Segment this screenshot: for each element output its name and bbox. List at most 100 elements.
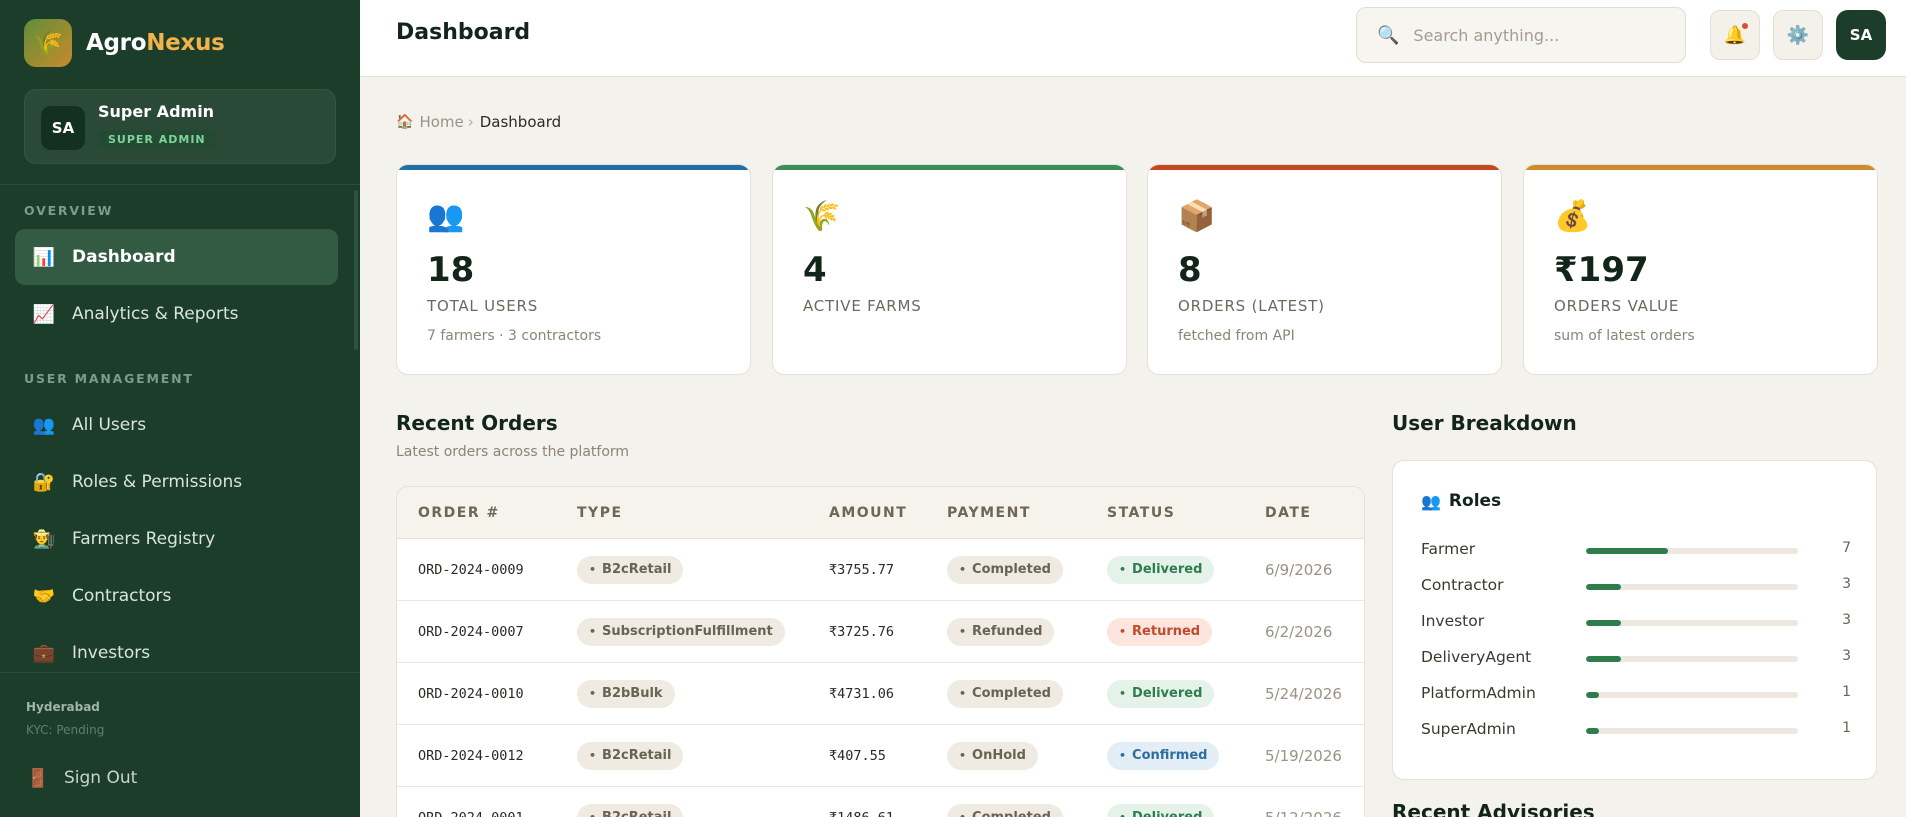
role-count: 3 — [1842, 612, 1851, 628]
role-count: 7 — [1842, 540, 1851, 556]
bullet-dot: • — [959, 563, 967, 576]
bullet-dot: • — [1119, 811, 1126, 817]
bullet-dot: • — [959, 749, 967, 762]
date-cell: 6/9/2026 — [1265, 539, 1332, 600]
user-breakdown-title: User Breakdown — [1392, 411, 1577, 435]
column-header[interactable]: AMOUNT — [829, 505, 907, 521]
table-row[interactable]: ORD-2024-0007 • SubscriptionFulfillment ₹37… — [397, 601, 1364, 663]
bullet-dot: • — [959, 687, 967, 700]
brand-name: AgroNexus — [86, 30, 225, 56]
order-date: 6/2/2026 — [1265, 622, 1333, 641]
recent-advisories-title: Recent Advisories — [1392, 800, 1595, 817]
role-count: 1 — [1842, 720, 1851, 736]
settings-button[interactable]: ⚙️ — [1773, 10, 1823, 60]
stat-accent-bar — [773, 165, 1126, 170]
amount-value: ₹3725.76 — [829, 623, 895, 640]
column-header[interactable]: PAYMENT — [947, 505, 1031, 521]
breadcrumb-home-link[interactable]: Home — [419, 113, 463, 131]
amount-value: ₹4731.06 — [829, 685, 895, 702]
payment-text: Completed — [972, 686, 1051, 701]
type-text: B2bBulk — [602, 686, 663, 701]
bullet-dot: • — [1119, 749, 1127, 762]
avatar[interactable]: SA — [1836, 10, 1886, 60]
table-row[interactable]: ORD-2024-0009 • B2cRetail ₹3755.77 • Complete… — [397, 539, 1364, 601]
type-text: B2cRetail — [602, 810, 671, 817]
sidebar-item-farmers-registry[interactable]: 👨‍🌾 Farmers Registry — [15, 511, 338, 567]
bullet-dot: • — [959, 811, 966, 817]
order-date: 5/12/2026 — [1265, 809, 1342, 817]
breadcrumb-current: Dashboard — [479, 113, 562, 131]
amount-cell: ₹3725.76 — [829, 601, 894, 662]
table-row[interactable]: ORD-2024-0010 • B2bBulk ₹4731.06 • Completed •… — [397, 663, 1364, 725]
order-number: ORD-2024-0009 — [418, 561, 524, 578]
role-name: Farmer — [1421, 540, 1476, 558]
bullet-dot: • — [589, 749, 597, 762]
type-text: B2cRetail — [602, 748, 672, 763]
sidebar-scrollbar[interactable] — [354, 190, 358, 350]
sidebar-item-label: Analytics & Reports — [72, 304, 239, 324]
payment-text: Completed — [972, 562, 1051, 577]
search-box[interactable]: 🔍 — [1356, 7, 1686, 63]
sidebar-item-roles-permissions[interactable]: 🔐 Roles & Permissions — [15, 454, 338, 510]
roles-title: Roles — [1448, 491, 1502, 511]
stat-value: ₹197 — [1554, 250, 1649, 290]
sidebar-item-all-users[interactable]: 👥 All Users — [15, 397, 338, 453]
role-count: 1 — [1842, 684, 1851, 700]
user-card[interactable]: SA Super Admin SUPER ADMIN — [24, 89, 336, 164]
stat-accent-bar — [1148, 165, 1501, 170]
column-header[interactable]: STATUS — [1107, 505, 1175, 521]
type-text: SubscriptionFulfillment — [602, 624, 773, 639]
column-header[interactable]: ORDER # — [418, 505, 500, 521]
status-cell: • Confirmed — [1107, 725, 1220, 786]
order-number: ORD-2024-0007 — [418, 623, 524, 640]
sidebar-item-dashboard[interactable]: 📊 Dashboard — [15, 229, 338, 285]
column-header[interactable]: TYPE — [577, 505, 623, 521]
amount-value: ₹407.55 — [829, 747, 886, 764]
brand[interactable]: 🌾 AgroNexus — [24, 19, 225, 67]
type-text: B2cRetail — [602, 562, 672, 577]
table-row[interactable]: ORD-2024-0012 • B2cRetail ₹407.55 • OnHold • Co… — [397, 725, 1364, 787]
stat-accent-bar — [1524, 165, 1877, 170]
payment-text: Completed — [972, 810, 1051, 817]
sidebar-item-contractors[interactable]: 🤝 Contractors — [15, 568, 338, 624]
order-cell: ORD-2024-0012 — [418, 725, 524, 786]
stat-card: 📦 8 ORDERS (LATEST) fetched from API — [1147, 164, 1502, 375]
roles-card: 👥 Roles Farmer 7 Contractor 3 Investor 3 Deliv… — [1392, 460, 1877, 780]
notifications-button[interactable]: 🔔 — [1710, 10, 1760, 60]
amount-cell: ₹3755.77 — [829, 539, 894, 600]
sidebar-item-analytics-reports[interactable]: 📈 Analytics & Reports — [15, 286, 338, 342]
payment-cell: • Completed — [947, 539, 1063, 600]
order-number: ORD-2024-0001 — [418, 810, 524, 817]
sign-out-button[interactable]: 🚪 Sign Out — [26, 766, 138, 790]
type-badge: • B2cRetail — [577, 741, 684, 770]
topbar: Dashboard 🔍 🔔 ⚙️ SA — [360, 0, 1906, 77]
status-badge: • Delivered — [1107, 679, 1215, 708]
column-header[interactable]: DATE — [1265, 505, 1311, 521]
briefcase-icon: 💼 — [32, 642, 56, 664]
order-date: 6/9/2026 — [1265, 560, 1333, 579]
bullet-dot: • — [1119, 563, 1127, 576]
role-bar-track — [1586, 620, 1798, 626]
notification-dot — [1742, 23, 1748, 29]
farmer-icon: 👨‍🌾 — [32, 528, 56, 550]
role-name: DeliveryAgent — [1421, 648, 1532, 666]
payment-badge: • OnHold — [947, 741, 1038, 770]
payment-badge: • Completed — [947, 803, 1063, 817]
payment-badge: • Refunded — [947, 617, 1055, 646]
bullet-dot: • — [1119, 687, 1127, 700]
door-icon: 🚪 — [26, 767, 50, 789]
role-bar-track — [1586, 656, 1798, 662]
role-count: 3 — [1842, 648, 1851, 664]
brand-name-part1: Agro — [86, 30, 147, 56]
search-input[interactable] — [1413, 25, 1674, 45]
payment-cell: • Completed — [947, 663, 1063, 724]
sidebar-item-label: Dashboard — [72, 247, 176, 267]
brand-name-part2: Nexus — [146, 30, 225, 56]
amount-value: ₹3755.77 — [829, 561, 895, 578]
type-badge: • B2cRetail — [577, 803, 684, 817]
users-icon: 👥 — [427, 199, 465, 234]
sidebar-item-label: All Users — [72, 415, 147, 435]
table-row[interactable]: ORD-2024-0001 • B2cRetail ₹1486.61 • Complete… — [397, 787, 1364, 817]
sidebar-item-label: Roles & Permissions — [72, 472, 243, 492]
type-badge: • SubscriptionFulfillment — [577, 617, 785, 646]
